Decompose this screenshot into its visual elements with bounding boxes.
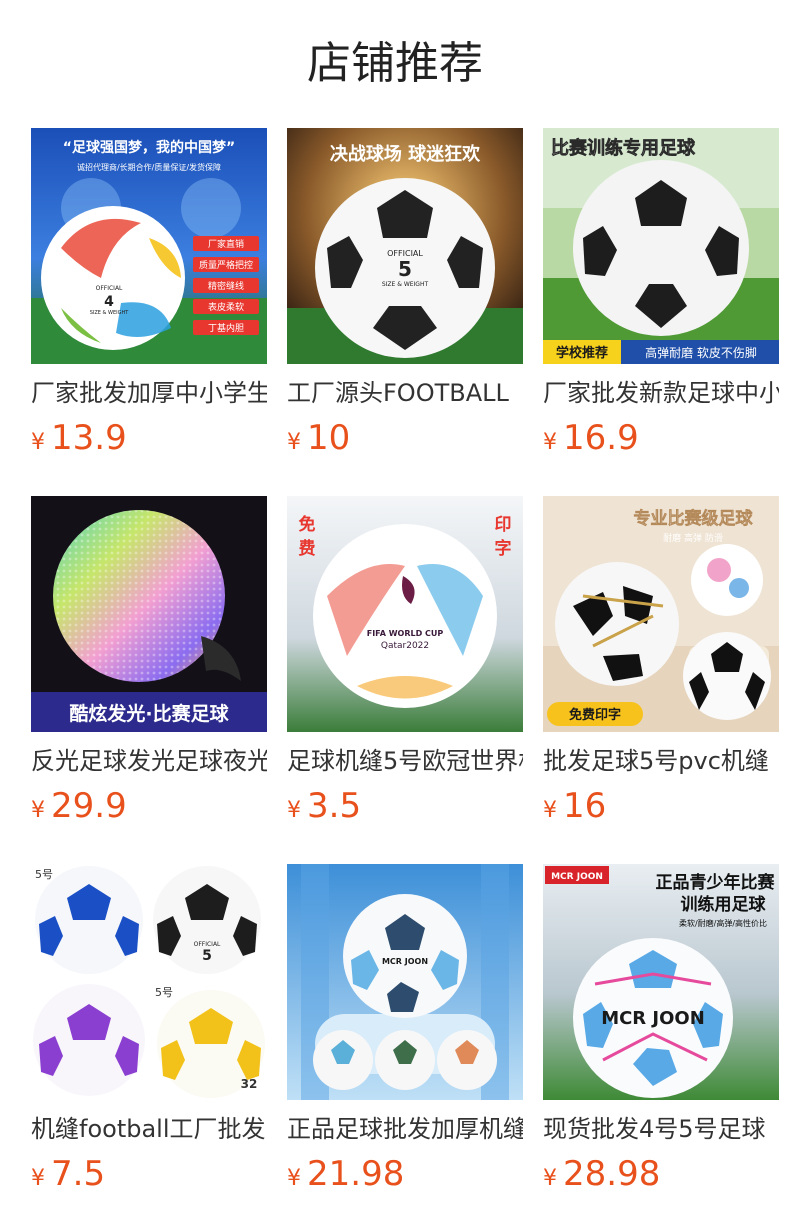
image-footer: 酷炫发光·比赛足球 <box>69 702 229 725</box>
ball-text-2: 4 <box>104 294 114 310</box>
product-image[interactable]: 比赛训练专用足球 学校推荐 高弹耐磨 软皮不伤脚 <box>543 128 779 364</box>
feature-tag: 厂家直销 <box>208 238 244 250</box>
left-mark-1: 免 <box>299 514 316 535</box>
product-price: ¥7.5 <box>31 1152 105 1196</box>
ball-text-1: FIFA WORLD CUP <box>367 629 444 638</box>
product-name[interactable]: 现货批发4号5号足球 <box>543 1111 779 1147</box>
brand-logo: MCR JOON <box>551 872 603 882</box>
product-card[interactable]: 比赛训练专用足球 学校推荐 高弹耐磨 软皮不伤脚 厂家批发新款足球中小 ¥16.… <box>543 128 779 468</box>
price-amount: 21.98 <box>307 1154 405 1194</box>
right-mark-1: 印 <box>495 515 512 535</box>
feature-tag: 丁基内胆 <box>208 322 244 334</box>
image-badge: 学校推荐 <box>556 345 608 361</box>
currency-symbol: ¥ <box>287 430 301 455</box>
product-price: ¥16.9 <box>543 416 639 460</box>
image-badge: 免费印字 <box>569 707 621 723</box>
ball-text-1: OFFICIAL <box>96 285 123 292</box>
image-headline: 正品青少年比赛 <box>656 872 776 893</box>
product-price: ¥3.5 <box>287 784 361 828</box>
currency-symbol: ¥ <box>543 1166 557 1191</box>
ball-brand: MCR JOON <box>382 957 428 966</box>
price-amount: 7.5 <box>51 1154 106 1194</box>
currency-symbol: ¥ <box>31 430 45 455</box>
left-mark-2: 费 <box>299 538 316 559</box>
product-card[interactable]: 5号 OFFICIAL 5 5号 32 机缝football工厂批发 ¥ 7.5 <box>31 864 267 1204</box>
product-image[interactable]: 决战球场 球迷狂欢 OFFICIAL 5 SIZE & WEIGHT <box>287 128 523 364</box>
product-price: ¥29.9 <box>31 784 127 828</box>
product-card[interactable]: 免 费 印 字 FIFA WORLD CUP Qatar2022 足球机缝5号欧… <box>287 496 523 836</box>
product-name[interactable]: 反光足球发光足球夜光 <box>31 743 267 779</box>
price-amount: 16 <box>563 786 607 826</box>
currency-symbol: ¥ <box>287 1166 301 1191</box>
ball-text-3: SIZE & WEIGHT <box>90 310 130 316</box>
product-name[interactable]: 厂家批发加厚中小学生 <box>31 375 267 411</box>
product-price: ¥16 <box>543 784 606 828</box>
product-card[interactable]: 酷炫发光·比赛足球 反光足球发光足球夜光 ¥29.9 <box>31 496 267 836</box>
product-image[interactable]: MCR JOON <box>287 864 523 1100</box>
feature-tag: 质量严格把控 <box>199 259 253 271</box>
currency-symbol: ¥ <box>543 430 557 455</box>
product-name[interactable]: 厂家批发新款足球中小 <box>543 375 779 411</box>
size-mark: 5号 <box>35 868 53 881</box>
ball-text-1: OFFICIAL <box>194 941 221 948</box>
image-headline: 比赛训练专用足球 <box>551 137 696 159</box>
product-name[interactable]: 机缝football工厂批发 <box>31 1111 267 1147</box>
feature-tag: 表皮柔软 <box>208 301 244 313</box>
image-headline: 专业比赛级足球 <box>634 508 754 529</box>
price-amount: 10 <box>307 418 351 458</box>
product-name[interactable]: 正品足球批发加厚机缝 <box>287 1111 523 1147</box>
feature-tags: 厂家直销 质量严格把控 精密缝线 表皮柔软 丁基内胆 <box>193 236 259 335</box>
ball-brand: MCR JOON <box>601 1008 705 1029</box>
image-headline: “足球强国梦，我的中国梦” <box>63 139 235 156</box>
image-subline: 耐磨 高弹 防滑 <box>663 532 723 544</box>
product-card[interactable]: 专业比赛级足球 耐磨 高弹 防滑 免费印字 批发足球5号pvc机缝 ¥ 16 <box>543 496 779 836</box>
image-headline-2: 训练用足球 <box>681 894 767 915</box>
ball-text-3: 32 <box>241 1077 258 1091</box>
product-image[interactable]: 酷炫发光·比赛足球 <box>31 496 267 732</box>
currency-symbol: ¥ <box>543 798 557 823</box>
image-subline: 柔软/耐磨/高弹/高性价比 <box>679 918 767 928</box>
product-card[interactable]: “足球强国梦，我的中国梦” 诚招代理商/长期合作/质量保证/发货保障 OFFIC… <box>31 128 267 468</box>
product-image[interactable]: 免 费 印 字 FIFA WORLD CUP Qatar2022 <box>287 496 523 732</box>
product-name[interactable]: 工厂源头FOOTBALL <box>287 375 523 411</box>
image-headline: 决战球场 球迷狂欢 <box>330 143 481 165</box>
currency-symbol: ¥ <box>31 1166 45 1191</box>
ball-text-2: 5 <box>202 948 212 964</box>
product-image[interactable]: 5号 OFFICIAL 5 5号 32 <box>31 864 267 1100</box>
product-price: ¥10 <box>287 416 350 460</box>
product-card[interactable]: 决战球场 球迷狂欢 OFFICIAL 5 SIZE & WEIGHT 工厂源头F… <box>287 128 523 468</box>
right-mark-2: 字 <box>495 538 512 559</box>
ball-text-2: 5 <box>398 257 412 281</box>
product-price: ¥13.9 <box>31 416 127 460</box>
product-image[interactable]: MCR JOON 正品青少年比赛 训练用足球 柔软/耐磨/高弹/高性价比 MCR… <box>543 864 779 1100</box>
image-subline: 诚招代理商/长期合作/质量保证/发货保障 <box>77 162 221 172</box>
product-image[interactable]: “足球强国梦，我的中国梦” 诚招代理商/长期合作/质量保证/发货保障 OFFIC… <box>31 128 267 364</box>
price-amount: 29.9 <box>51 786 127 826</box>
feature-tag: 精密缝线 <box>208 280 244 292</box>
product-card[interactable]: MCR JOON 正品足球批发加厚机缝 ¥21.98 <box>287 864 523 1204</box>
price-amount: 13.9 <box>51 418 127 458</box>
product-name[interactable]: 批发足球5号pvc机缝 <box>543 743 779 779</box>
product-card[interactable]: MCR JOON 正品青少年比赛 训练用足球 柔软/耐磨/高弹/高性价比 MCR… <box>543 864 779 1204</box>
product-name[interactable]: 足球机缝5号欧冠世界杯 <box>287 743 523 779</box>
product-image[interactable]: 专业比赛级足球 耐磨 高弹 防滑 免费印字 <box>543 496 779 732</box>
price-amount: 16.9 <box>563 418 639 458</box>
currency-symbol: ¥ <box>287 798 301 823</box>
currency-symbol: ¥ <box>31 798 45 823</box>
price-amount: 3.5 <box>307 786 362 826</box>
ball-text-3: SIZE & WEIGHT <box>382 281 429 288</box>
product-price: ¥21.98 <box>287 1152 404 1196</box>
size-mark: 5号 <box>155 986 173 999</box>
ball-text-2: Qatar2022 <box>381 641 429 651</box>
page-title: 店铺推荐 <box>307 38 483 89</box>
price-amount: 28.98 <box>563 1154 661 1194</box>
product-price: ¥28.98 <box>543 1152 660 1196</box>
image-footer: 高弹耐磨 软皮不伤脚 <box>645 345 757 360</box>
